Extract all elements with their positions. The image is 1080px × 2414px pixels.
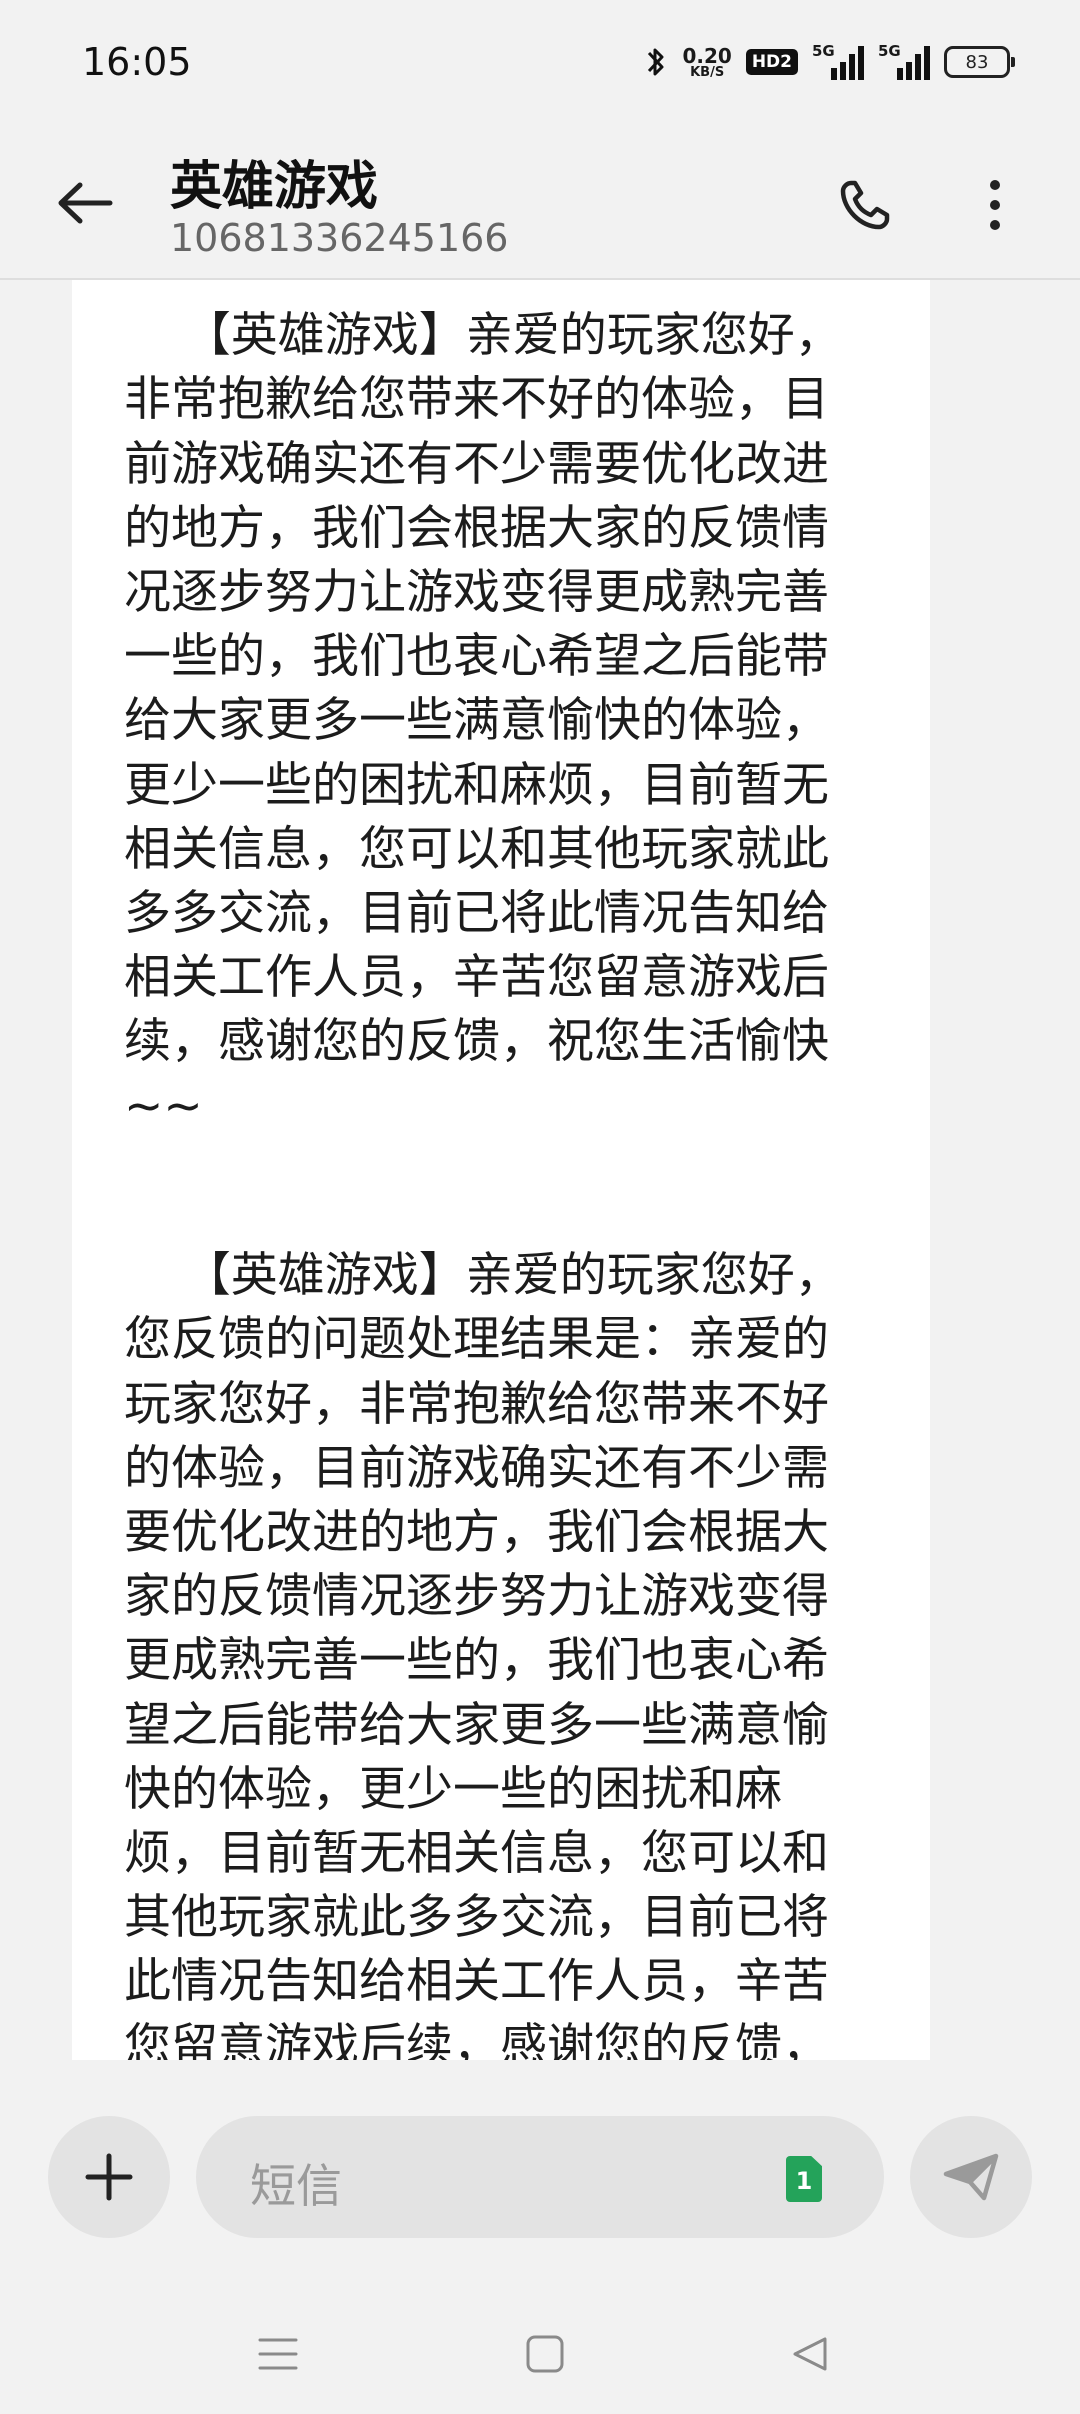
message-text: 【英雄游戏】亲爱的玩家您好，您反馈的问题处理结果是：亲爱的玩家您好，非常抱歉给您… xyxy=(124,1248,842,2060)
more-options-button[interactable] xyxy=(960,170,1030,240)
network-speed: 0.20 KB/S xyxy=(682,46,731,79)
hd-voice-icon: HD2 xyxy=(745,49,798,75)
status-bar: 16:05 0.20 KB/S HD2 5G 5G 83 xyxy=(0,0,1080,130)
message-input[interactable]: 短信 1 xyxy=(196,2116,884,2238)
more-vertical-icon xyxy=(990,180,1000,230)
sim-card-icon[interactable]: 1 xyxy=(786,2156,822,2202)
plus-icon xyxy=(85,2153,133,2201)
message-input-placeholder: 短信 xyxy=(250,2159,342,2213)
status-icons: 0.20 KB/S HD2 5G 5G 83 xyxy=(644,42,1015,82)
back-arrow-icon xyxy=(58,182,113,224)
home-button[interactable] xyxy=(505,2314,585,2394)
home-square-icon xyxy=(526,2335,564,2373)
message-text: 【英雄游戏】亲爱的玩家您好，非常抱歉给您带来不好的体验，目前游戏确实还有不少需要… xyxy=(124,308,842,1134)
send-button[interactable] xyxy=(910,2116,1032,2238)
battery-level: 83 xyxy=(965,51,989,73)
contact-number: 10681336245166 xyxy=(170,216,509,260)
network-speed-unit: KB/S xyxy=(690,64,725,80)
message-list[interactable]: 【英雄游戏】亲爱的玩家您好，非常抱歉给您带来不好的体验，目前游戏确实还有不少需要… xyxy=(0,280,1080,2060)
message-bubble[interactable]: 【英雄游戏】亲爱的玩家您好，您反馈的问题处理结果是：亲爱的玩家您好，非常抱歉给您… xyxy=(72,1140,930,2060)
recent-apps-button[interactable] xyxy=(238,2314,318,2394)
status-time: 16:05 xyxy=(82,40,192,84)
bluetooth-icon xyxy=(648,48,664,76)
network-speed-value: 0.20 xyxy=(682,43,732,68)
back-button[interactable] xyxy=(52,170,118,236)
add-attachment-button[interactable] xyxy=(48,2116,170,2238)
conversation-header: 英雄游戏 10681336245166 xyxy=(0,130,1080,280)
battery-icon: 83 xyxy=(944,46,1015,78)
system-back-button[interactable] xyxy=(770,2314,850,2394)
signal-icon: 5G xyxy=(878,42,930,80)
phone-icon xyxy=(840,180,890,230)
menu-lines-icon xyxy=(258,2338,298,2370)
call-button[interactable] xyxy=(830,170,900,240)
send-icon xyxy=(943,2153,999,2201)
back-triangle-icon xyxy=(793,2337,827,2371)
contact-name: 英雄游戏 xyxy=(170,157,379,217)
system-navigation-bar xyxy=(0,2290,1080,2414)
signal-icon: 5G xyxy=(812,42,864,80)
